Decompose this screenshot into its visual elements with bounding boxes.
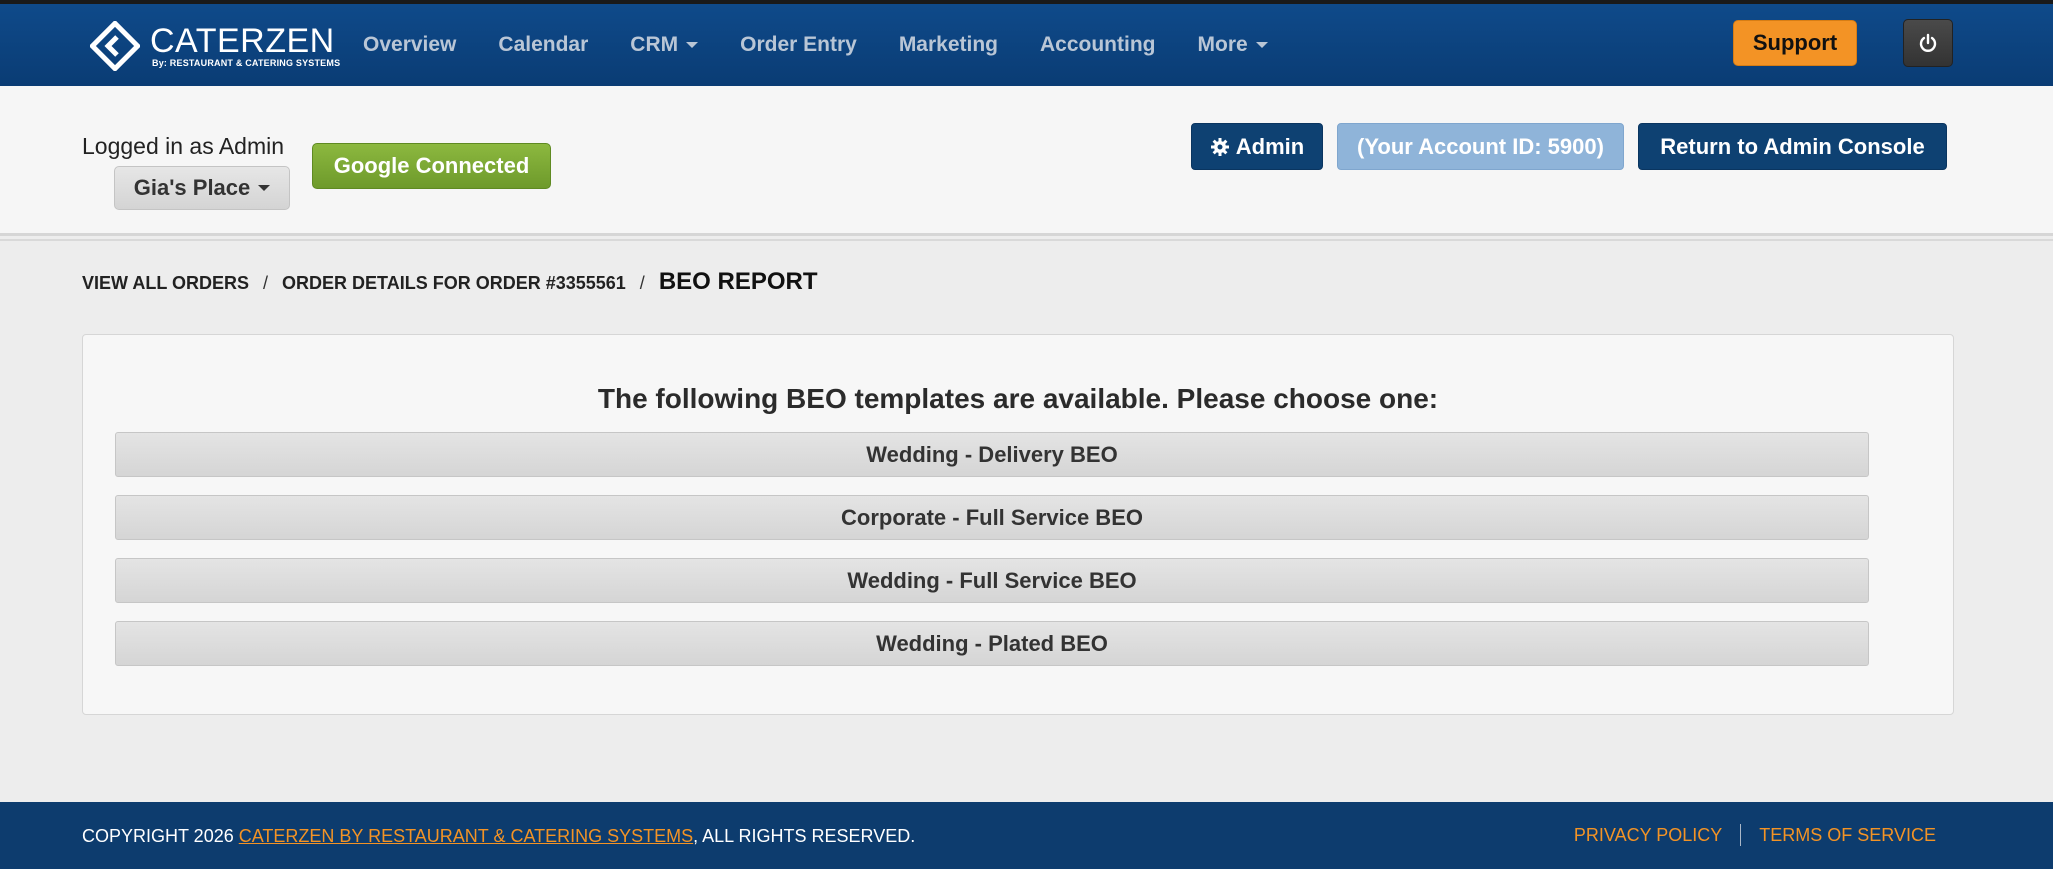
caterzen-diamond-icon bbox=[90, 21, 140, 71]
account-header: Logged in as Admin Gia's Place Google Co… bbox=[0, 86, 2053, 241]
admin-button[interactable]: Admin bbox=[1191, 123, 1323, 170]
footer: COPYRIGHT 2026 CATERZEN BY RESTAURANT & … bbox=[0, 802, 2053, 869]
nav-accounting[interactable]: Accounting bbox=[1019, 33, 1177, 57]
nav-crm[interactable]: CRM bbox=[609, 33, 719, 57]
breadcrumb-view-all-orders[interactable]: VIEW ALL ORDERS bbox=[82, 273, 249, 294]
nav-label: Accounting bbox=[1040, 33, 1156, 56]
breadcrumb-order-details[interactable]: ORDER DETAILS FOR ORDER #3355561 bbox=[282, 273, 626, 294]
account-id-button[interactable]: (Your Account ID: 5900) bbox=[1337, 123, 1624, 170]
nav-marketing[interactable]: Marketing bbox=[878, 33, 1019, 57]
nav-label: Order Entry bbox=[740, 33, 857, 56]
breadcrumb-separator: / bbox=[263, 273, 269, 293]
nav-label: Marketing bbox=[898, 33, 998, 56]
beo-template-panel: The following BEO templates are availabl… bbox=[82, 334, 1954, 715]
panel-title: The following BEO templates are availabl… bbox=[597, 383, 1439, 414]
nav-label: Overview bbox=[363, 33, 457, 56]
nav-more[interactable]: More bbox=[1177, 33, 1289, 57]
gear-icon bbox=[1210, 137, 1229, 156]
logged-in-text: Logged in as Admin bbox=[82, 133, 285, 159]
nav-label: CRM bbox=[630, 33, 679, 56]
support-button[interactable]: Support bbox=[1733, 20, 1857, 66]
template-wedding-plated-button[interactable]: Wedding - Plated BEO bbox=[115, 621, 1869, 666]
return-admin-console-button[interactable]: Return to Admin Console bbox=[1638, 123, 1947, 170]
caret-down-icon bbox=[1255, 42, 1268, 48]
power-icon bbox=[1919, 33, 1937, 52]
main-nav: Overview Calendar CRM Order Entry Market… bbox=[342, 4, 1289, 86]
copyright-prefix: COPYRIGHT 2026 bbox=[82, 826, 239, 846]
caterzen-link[interactable]: CATERZEN BY RESTAURANT & CATERING SYSTEM… bbox=[239, 826, 693, 846]
page-title: BEO REPORT bbox=[658, 268, 818, 295]
caret-down-icon bbox=[686, 42, 699, 48]
privacy-policy-link[interactable]: PRIVACY POLICY bbox=[1556, 825, 1740, 846]
location-label: Gia's Place bbox=[133, 175, 251, 200]
template-wedding-delivery-button[interactable]: Wedding - Delivery BEO bbox=[115, 432, 1869, 477]
copyright-text: COPYRIGHT 2026 CATERZEN BY RESTAURANT & … bbox=[82, 826, 915, 847]
logout-button[interactable] bbox=[1903, 19, 1953, 67]
brand-name: CATERZEN bbox=[150, 22, 335, 60]
admin-label: Admin bbox=[1235, 133, 1305, 159]
footer-links: PRIVACY POLICY TERMS OF SERVICE bbox=[1556, 824, 1954, 846]
nav-label: More bbox=[1197, 33, 1248, 56]
brand-tagline: By: RESTAURANT & CATERING SYSTEMS bbox=[152, 58, 341, 68]
template-wedding-full-service-button[interactable]: Wedding - Full Service BEO bbox=[115, 558, 1869, 603]
nav-overview[interactable]: Overview bbox=[342, 33, 477, 57]
nav-label: Calendar bbox=[498, 33, 589, 56]
google-connected-button[interactable]: Google Connected bbox=[312, 143, 551, 189]
caret-down-icon bbox=[258, 185, 271, 191]
location-dropdown[interactable]: Gia's Place bbox=[114, 166, 290, 210]
nav-order-entry[interactable]: Order Entry bbox=[719, 33, 878, 57]
breadcrumb: VIEW ALL ORDERS / ORDER DETAILS FOR ORDE… bbox=[82, 268, 818, 300]
breadcrumb-separator: / bbox=[639, 273, 645, 293]
nav-calendar[interactable]: Calendar bbox=[477, 33, 609, 57]
template-corporate-full-service-button[interactable]: Corporate - Full Service BEO bbox=[115, 495, 1869, 540]
caterzen-logo[interactable]: CATERZEN By: RESTAURANT & CATERING SYSTE… bbox=[90, 18, 340, 74]
terms-of-service-link[interactable]: TERMS OF SERVICE bbox=[1741, 825, 1954, 846]
top-navbar: CATERZEN By: RESTAURANT & CATERING SYSTE… bbox=[0, 0, 2053, 86]
copyright-suffix: , ALL RIGHTS RESERVED. bbox=[693, 826, 916, 846]
